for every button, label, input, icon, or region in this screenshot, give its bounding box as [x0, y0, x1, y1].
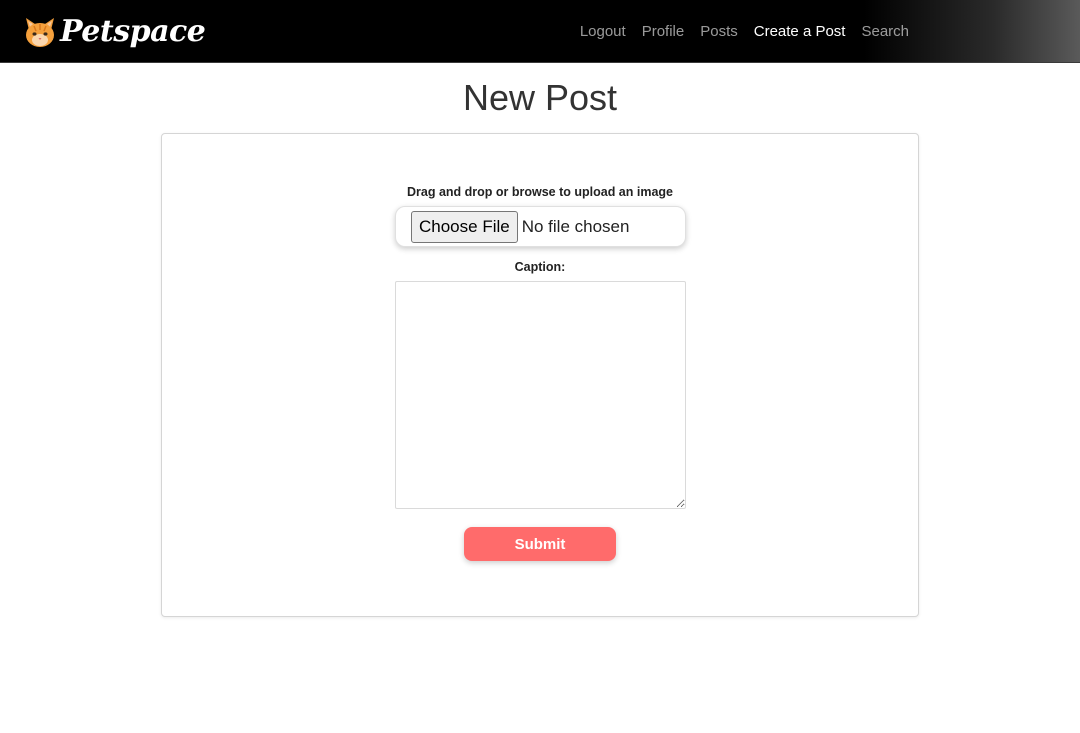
nav-link-logout[interactable]: Logout [580, 23, 626, 40]
choose-file-button[interactable]: Choose File [411, 210, 518, 243]
new-post-form-card: Drag and drop or browse to upload an ima… [161, 133, 919, 617]
nav-links: Logout Profile Posts Create a Post Searc… [564, 0, 909, 62]
nav-link-search[interactable]: Search [861, 23, 909, 40]
file-status-text: No file chosen [521, 216, 630, 236]
nav-link-profile[interactable]: Profile [642, 23, 685, 40]
file-upload-dropzone[interactable]: Choose File No file chosen [395, 206, 686, 247]
nav-link-create-post[interactable]: Create a Post [754, 23, 846, 40]
upload-label: Drag and drop or browse to upload an ima… [407, 185, 673, 199]
navbar: Petspace Logout Profile Posts Create a P… [0, 0, 1080, 63]
caption-textarea[interactable] [395, 281, 686, 509]
page-title: New Post [462, 77, 618, 118]
submit-button[interactable]: Submit [464, 527, 616, 561]
cat-face-icon [26, 18, 54, 47]
nav-link-posts[interactable]: Posts [700, 23, 738, 40]
caption-label: Caption: [514, 260, 566, 274]
brand-link[interactable]: Petspace [22, 12, 206, 52]
brand-name: Petspace [60, 14, 206, 49]
